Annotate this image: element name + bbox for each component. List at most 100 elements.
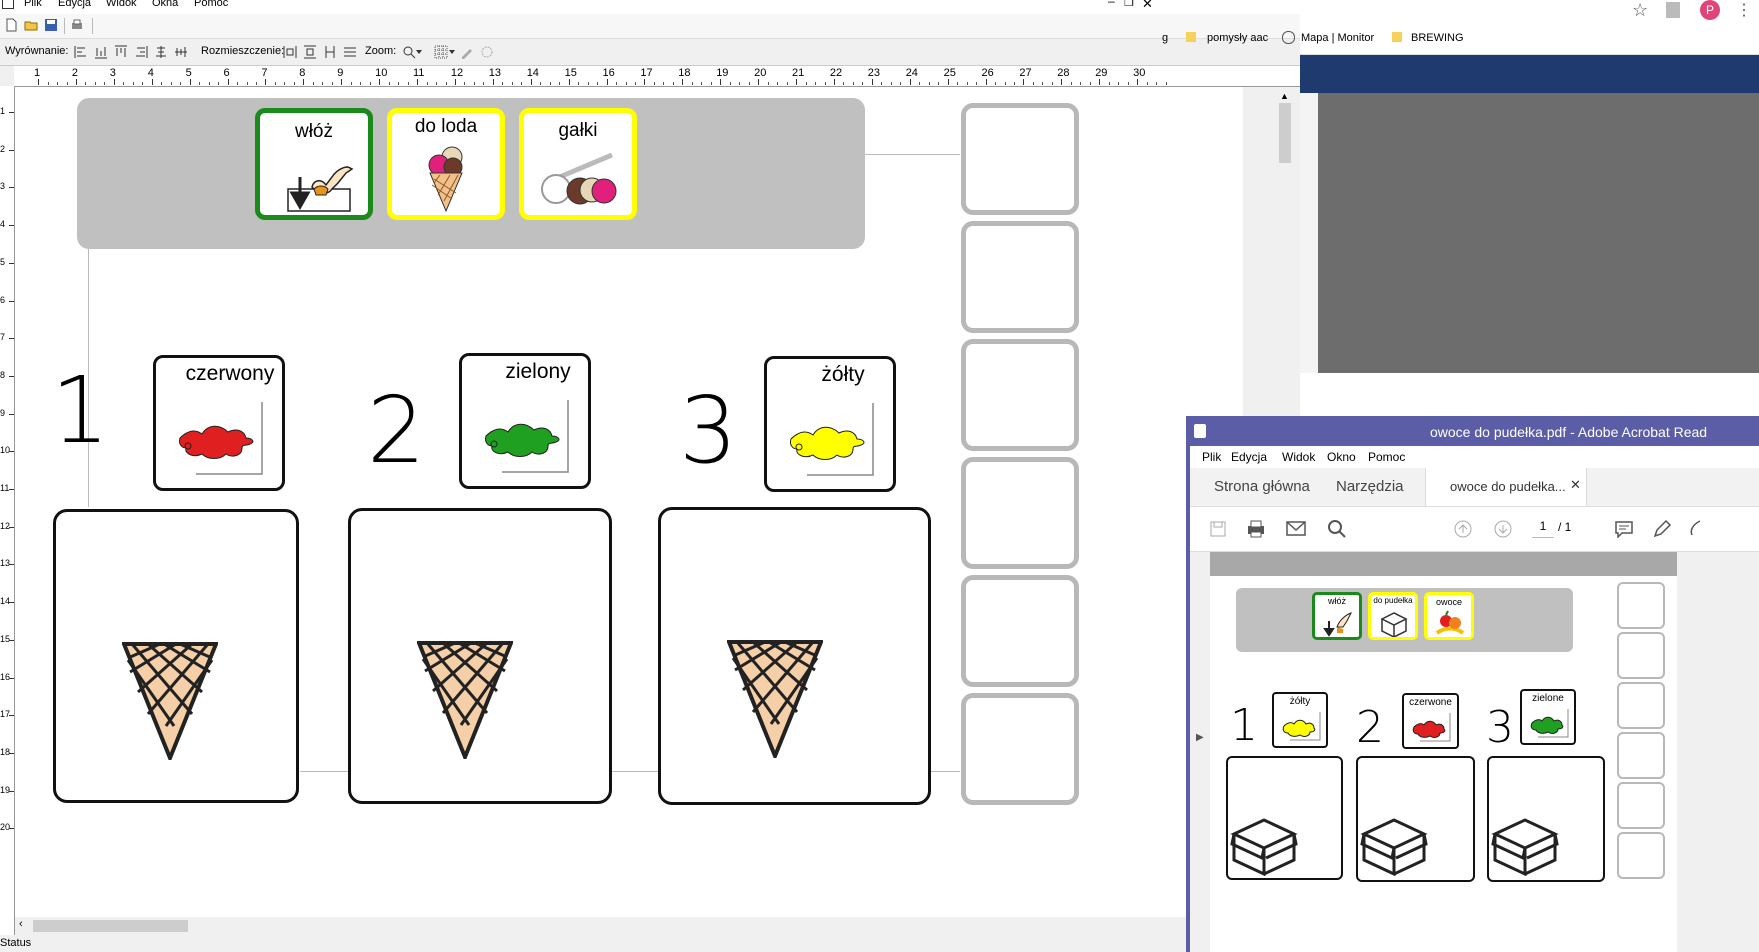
align-right-icon[interactable] <box>134 45 148 59</box>
card-label: włóż <box>1327 596 1346 606</box>
ruler-tick <box>38 79 39 85</box>
align-center-icon[interactable] <box>154 45 168 59</box>
symbol-card-scoops[interactable]: gałki <box>519 108 637 220</box>
star-icon[interactable]: ☆ <box>1632 0 1648 21</box>
ruler-tick <box>635 82 636 85</box>
distribute-vertical-icon[interactable] <box>303 45 317 59</box>
empty-slot[interactable] <box>961 693 1079 805</box>
ruler-tick <box>900 82 902 85</box>
close-tab-icon[interactable]: ✕ <box>1570 477 1581 493</box>
menu-edycja[interactable]: Edycja <box>58 0 91 9</box>
scroll-left-icon[interactable]: ‹ <box>19 918 23 930</box>
zoom-magnifier-icon[interactable] <box>402 45 416 59</box>
new-file-icon[interactable] <box>4 18 18 32</box>
save-icon[interactable] <box>1209 520 1227 538</box>
empty-slot <box>1617 632 1665 679</box>
align-top-icon[interactable] <box>114 45 128 59</box>
ruler-tick <box>1032 82 1034 85</box>
pdf-extension-icon[interactable] <box>1666 2 1680 18</box>
zoom-search-icon[interactable] <box>1327 519 1347 539</box>
mail-icon[interactable] <box>1286 520 1306 538</box>
menu-widok[interactable]: Widok <box>1282 450 1315 464</box>
tab-tools[interactable]: Narzędzia <box>1336 478 1404 495</box>
scroll-up-icon[interactable]: ▲ <box>1280 91 1289 101</box>
page-number-input[interactable]: 1 <box>1532 519 1554 538</box>
bookmark-pomysly[interactable]: pomysły aac <box>1207 32 1268 44</box>
chevron-down-icon[interactable] <box>449 50 455 54</box>
close-icon[interactable]: ✕ <box>1142 0 1153 12</box>
symbol-card-put[interactable]: włóż <box>255 108 373 220</box>
symbol-card-red[interactable]: czerwony <box>153 355 285 491</box>
menu-pomoc[interactable]: Pomoc <box>194 0 228 9</box>
menu-okno[interactable]: Okno <box>1327 450 1356 464</box>
menu-okna[interactable]: Okna <box>152 0 178 9</box>
ruler-tick <box>1118 82 1120 85</box>
menu-edycja[interactable]: Edycja <box>1231 450 1267 464</box>
side-panel-expand-icon[interactable]: ▶ <box>1196 732 1204 743</box>
align-middle-icon[interactable] <box>174 45 188 59</box>
pencil-icon[interactable] <box>460 45 474 59</box>
horizontal-scrollbar[interactable]: ‹ <box>15 917 1276 935</box>
bookmark[interactable]: g <box>1162 32 1168 44</box>
open-folder-icon[interactable] <box>24 18 38 32</box>
menu-widok[interactable]: Widok <box>106 0 137 9</box>
distribute-spacing-icon[interactable] <box>323 45 337 59</box>
ruler-tick-label: 20 <box>0 822 11 833</box>
align-left-icon[interactable] <box>74 45 88 59</box>
ruler-tick <box>464 82 466 85</box>
save-icon[interactable] <box>44 18 58 32</box>
step-number-2: 2 <box>367 377 426 484</box>
ruler-tick <box>151 79 153 85</box>
empty-slot[interactable] <box>961 339 1079 451</box>
ruler-tick <box>9 752 14 754</box>
print-icon[interactable] <box>70 18 84 32</box>
ruler-tick <box>862 82 864 85</box>
status-bar: Status <box>0 935 1300 952</box>
tab-document[interactable]: owoce do pudełka... ✕ <box>1425 468 1587 506</box>
print-icon[interactable] <box>1246 519 1266 539</box>
page-down-icon[interactable] <box>1494 520 1512 538</box>
ruler-tick <box>75 79 77 85</box>
sign-icon[interactable] <box>1688 519 1702 539</box>
kebab-menu-icon[interactable]: ⋮ <box>1736 0 1752 20</box>
card-label: żółty <box>1289 696 1311 707</box>
symbol-card-yellow[interactable]: żółty <box>764 356 896 492</box>
menu-plik[interactable]: Plik <box>24 0 42 9</box>
ruler-tick <box>9 413 14 415</box>
menu-pomoc[interactable]: Pomoc <box>1368 450 1405 464</box>
answer-cell-3[interactable] <box>658 507 931 805</box>
symbol-card-green[interactable]: zielony <box>459 353 591 489</box>
empty-slot[interactable] <box>961 221 1079 333</box>
ruler-tick <box>9 828 14 830</box>
scroll-thumb[interactable] <box>33 920 188 932</box>
put-in-hand-icon <box>287 166 354 212</box>
scroll-thumb[interactable] <box>1279 103 1291 163</box>
align-bottom-icon[interactable] <box>94 45 108 59</box>
profile-avatar[interactable]: P <box>1700 0 1720 20</box>
box-icon <box>1360 818 1428 876</box>
minimize-icon[interactable]: – <box>1108 0 1115 8</box>
empty-slot[interactable] <box>961 103 1079 215</box>
distribute-horizontal-icon[interactable] <box>283 45 297 59</box>
answer-cell-1[interactable] <box>53 509 299 803</box>
restore-icon[interactable]: ❐ <box>1124 0 1134 9</box>
empty-slot[interactable] <box>961 575 1079 687</box>
distribute-rows-icon[interactable] <box>343 45 357 59</box>
pdf-answer-cell-2 <box>1356 756 1475 882</box>
comment-icon[interactable] <box>1614 520 1634 538</box>
lasso-icon[interactable] <box>480 45 494 59</box>
chevron-down-icon[interactable] <box>416 50 422 54</box>
ruler-tick <box>1051 82 1053 85</box>
tab-home[interactable]: Strona główna <box>1214 478 1310 495</box>
symbol-card-to-ice-cream[interactable]: do loda <box>387 108 505 220</box>
bookmark-brewing[interactable]: BREWING <box>1411 32 1464 44</box>
board-canvas[interactable]: włóż do loda gałki 1 2 3 czerwony zielon… <box>15 87 1243 917</box>
grid-icon[interactable] <box>434 45 448 59</box>
pen-icon[interactable] <box>1652 519 1672 539</box>
page-up-icon[interactable] <box>1454 520 1472 538</box>
empty-slot[interactable] <box>961 457 1079 569</box>
menu-plik[interactable]: Plik <box>1202 450 1221 464</box>
bookmark-mapa[interactable]: Mapa | Monitor <box>1301 32 1374 44</box>
ruler-tick <box>170 82 172 85</box>
answer-cell-2[interactable] <box>348 508 612 804</box>
